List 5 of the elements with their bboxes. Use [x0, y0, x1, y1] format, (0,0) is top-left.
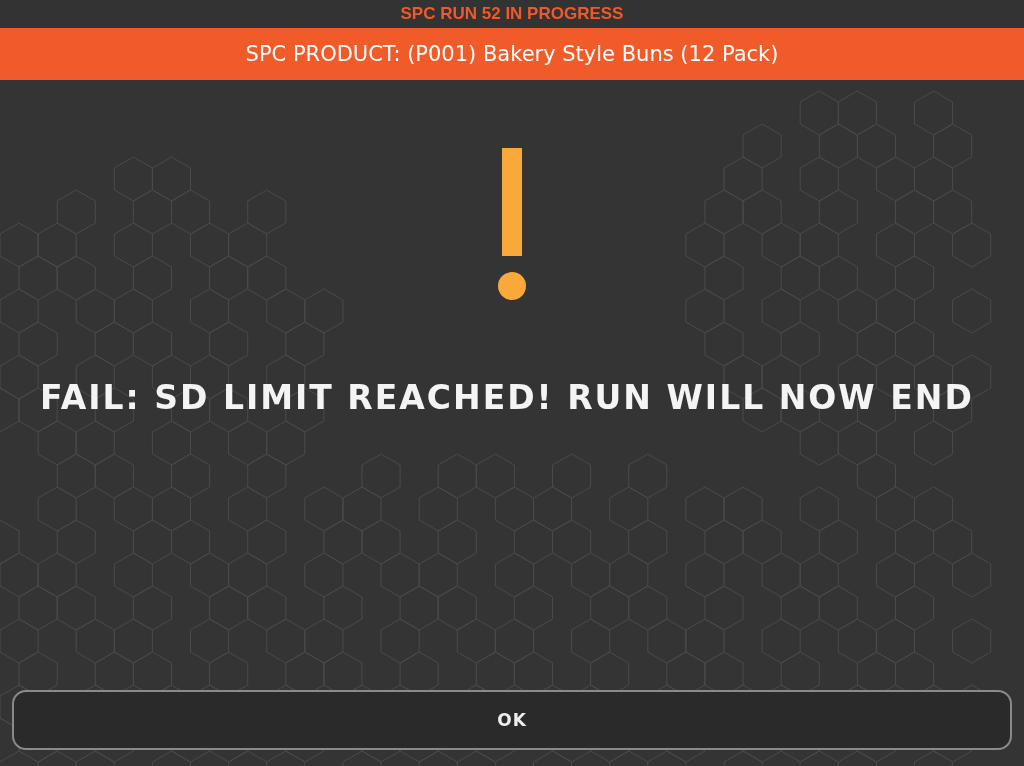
ok-button[interactable]: OK — [12, 690, 1012, 750]
error-message: FAIL: SD LIMIT REACHED! RUN WILL NOW END — [40, 378, 974, 417]
product-banner: SPC PRODUCT: (P001) Bakery Style Buns (12 Pack) — [0, 28, 1024, 80]
exclamation-icon — [497, 148, 527, 300]
status-title: SPC RUN 52 IN PROGRESS — [400, 4, 624, 24]
